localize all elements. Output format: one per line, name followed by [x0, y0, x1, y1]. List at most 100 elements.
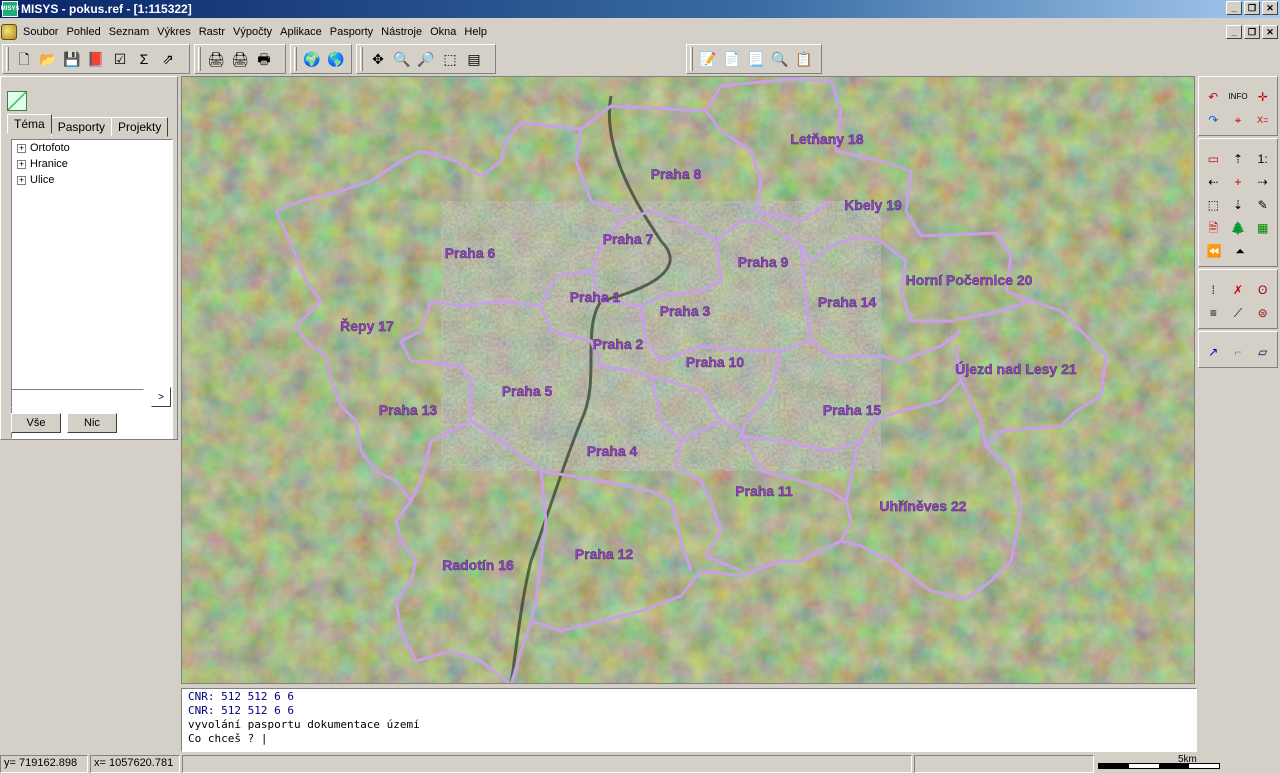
print-icon[interactable]: 🖨 [229, 48, 251, 70]
point-list-icon[interactable]: ≡ [1203, 303, 1224, 323]
pdf-export-icon[interactable]: 📕 [85, 48, 107, 70]
selection-group: ▭ ⇡ 1: ⇠ + ⇢ ⬚ ⇣ ✎ 🗎 🌲 ▦ ⏪ ⏶ [1198, 138, 1278, 267]
expand-icon[interactable]: + [17, 143, 26, 153]
fit-window-icon[interactable]: ⬚ [1203, 195, 1224, 215]
zoom-in-icon[interactable]: 🔍 [391, 48, 413, 70]
close-button[interactable]: ✕ [1262, 1, 1278, 15]
search-document-icon[interactable]: 🔍 [769, 48, 791, 70]
menu-aplikace[interactable]: Aplikace [276, 26, 326, 38]
menu-vypocty[interactable]: Výpočty [229, 26, 276, 38]
menu-help[interactable]: Help [460, 26, 491, 38]
export-icon[interactable]: ⇗ [157, 48, 179, 70]
center-icon[interactable]: + [1228, 172, 1249, 192]
district-label: Praha 6 [445, 245, 496, 261]
tab-pasporty[interactable]: Pasporty [50, 117, 113, 137]
zoom-window-icon[interactable]: ⬚ [439, 48, 461, 70]
tab-projekty[interactable]: Projekty [111, 117, 169, 137]
crosshair-icon[interactable]: ✛ [1252, 87, 1273, 107]
toolbar-grip[interactable] [198, 47, 201, 71]
toolbar-grip[interactable] [360, 47, 363, 71]
document-list-icon[interactable]: 📃 [745, 48, 767, 70]
pan-icon[interactable]: ✥ [367, 48, 389, 70]
mdi-minimize-button[interactable]: _ [1226, 25, 1242, 39]
tree-item-hranice[interactable]: + Hranice [12, 156, 172, 172]
apply-filter-button[interactable]: > [151, 387, 171, 407]
lasso-icon[interactable]: ʘ [1252, 280, 1273, 300]
point-info-icon[interactable]: ⁞ [1203, 280, 1224, 300]
map-layer-icon[interactable]: ▦ [1252, 218, 1273, 238]
globe-icon[interactable]: 🌍 [301, 48, 323, 70]
world-icon[interactable]: 🌎 [325, 48, 347, 70]
menu-soubor[interactable]: Soubor [19, 26, 62, 38]
orthophoto-map[interactable]: Letňany 18 Praha 8 Kbely 19 Praha 7 Praha 6 P… [182, 77, 1195, 684]
tree-item-ortofoto[interactable]: + Ortofoto [12, 140, 172, 156]
select-none-button[interactable]: Nic [67, 413, 117, 433]
polygon-icon[interactable]: ▱ [1252, 342, 1273, 362]
maximize-button[interactable]: ❐ [1244, 1, 1260, 15]
previous-view-icon[interactable]: ⏪ [1203, 241, 1225, 261]
move-left-icon[interactable]: ⇠ [1203, 172, 1224, 192]
toolbar-grip[interactable] [6, 47, 9, 71]
coordinates-icon[interactable]: X= [1252, 110, 1273, 130]
toolbar-grip[interactable] [294, 47, 297, 71]
record-icon[interactable]: ⊜ [1252, 303, 1273, 323]
command-console[interactable]: CNR: 512 512 6 6 CNR: 512 512 6 6 vyvolá… [181, 688, 1197, 752]
plot-icon[interactable]: 🖶 [253, 48, 275, 70]
select-all-button[interactable]: Vše [11, 413, 61, 433]
expand-icon[interactable]: + [17, 159, 26, 169]
polyline-icon[interactable]: ⌐ [1228, 342, 1249, 362]
tab-tema[interactable]: Téma [7, 114, 52, 134]
menu-seznam[interactable]: Seznam [105, 26, 153, 38]
draw-line-icon[interactable]: ↗ [1203, 342, 1224, 362]
district-label: Praha 12 [575, 546, 634, 562]
expand-icon[interactable]: + [17, 175, 26, 185]
document-menu-icon[interactable] [1, 24, 17, 40]
mdi-close-button[interactable]: ✕ [1262, 25, 1278, 39]
select-area-icon[interactable]: ▭ [1203, 149, 1224, 169]
console-prompt[interactable]: Co chceš ? | [188, 732, 1190, 746]
menu-pohled[interactable]: Pohled [62, 26, 104, 38]
pointer-delete-icon[interactable]: ✗ [1228, 280, 1249, 300]
menu-rastr[interactable]: Rastr [195, 26, 229, 38]
tree-icon[interactable]: 🌲 [1228, 218, 1249, 238]
menu-pasporty[interactable]: Pasporty [326, 26, 377, 38]
filter-input[interactable] [11, 389, 144, 408]
open-folder-icon[interactable]: 📂 [37, 48, 59, 70]
top-view-icon[interactable]: ⏶ [1229, 241, 1251, 261]
info-icon[interactable]: INFO [1228, 87, 1249, 107]
scale-icon[interactable]: 1: [1252, 149, 1273, 169]
menu-bar: Soubor Pohled Seznam Výkres Rastr Výpočt… [0, 22, 1280, 42]
layers-icon[interactable]: ▤ [463, 48, 485, 70]
sum-icon[interactable]: Σ [133, 48, 155, 70]
menu-nastroje[interactable]: Nástroje [377, 26, 426, 38]
menu-vykres[interactable]: Výkres [153, 26, 195, 38]
document-edit-icon[interactable]: 📝 [697, 48, 719, 70]
zoom-out-icon[interactable]: 🔎 [415, 48, 437, 70]
district-label: Újezd nad Lesy 21 [955, 360, 1077, 377]
menu-okna[interactable]: Okna [426, 26, 460, 38]
erase-icon[interactable]: ✎ [1252, 195, 1273, 215]
mdi-restore-button[interactable]: ❐ [1244, 25, 1260, 39]
save-icon[interactable]: 💾 [61, 48, 83, 70]
district-label: Uhříněves 22 [879, 498, 966, 514]
report-icon[interactable]: 📋 [793, 48, 815, 70]
page-icon[interactable]: 🗎 [1203, 218, 1224, 238]
minimize-button[interactable]: _ [1226, 1, 1242, 15]
target-icon[interactable]: ⌖ [1228, 110, 1249, 130]
map-view[interactable]: Letňany 18 Praha 8 Kbely 19 Praha 7 Praha 6 P… [181, 76, 1195, 684]
new-file-icon[interactable]: 🗋 [13, 48, 35, 70]
toolbar-grip[interactable] [690, 47, 693, 71]
checklist-icon[interactable]: ☑ [109, 48, 131, 70]
tree-item-ulice[interactable]: + Ulice [12, 172, 172, 188]
undo-icon[interactable]: ↶ [1203, 87, 1224, 107]
move-down-icon[interactable]: ⇣ [1228, 195, 1249, 215]
map-theme-icon[interactable] [7, 91, 27, 111]
redo-icon[interactable]: ↷ [1203, 110, 1224, 130]
move-up-icon[interactable]: ⇡ [1228, 149, 1249, 169]
document-icon[interactable]: 📄 [721, 48, 743, 70]
drawing-group: ↗ ⌐ ▱ [1198, 331, 1278, 368]
brush-icon[interactable]: ⟋ [1228, 303, 1249, 323]
move-right-icon[interactable]: ⇢ [1252, 172, 1273, 192]
print-preview-icon[interactable]: 🖨 [205, 48, 227, 70]
app-logo-icon: MISYS [1, 1, 19, 17]
